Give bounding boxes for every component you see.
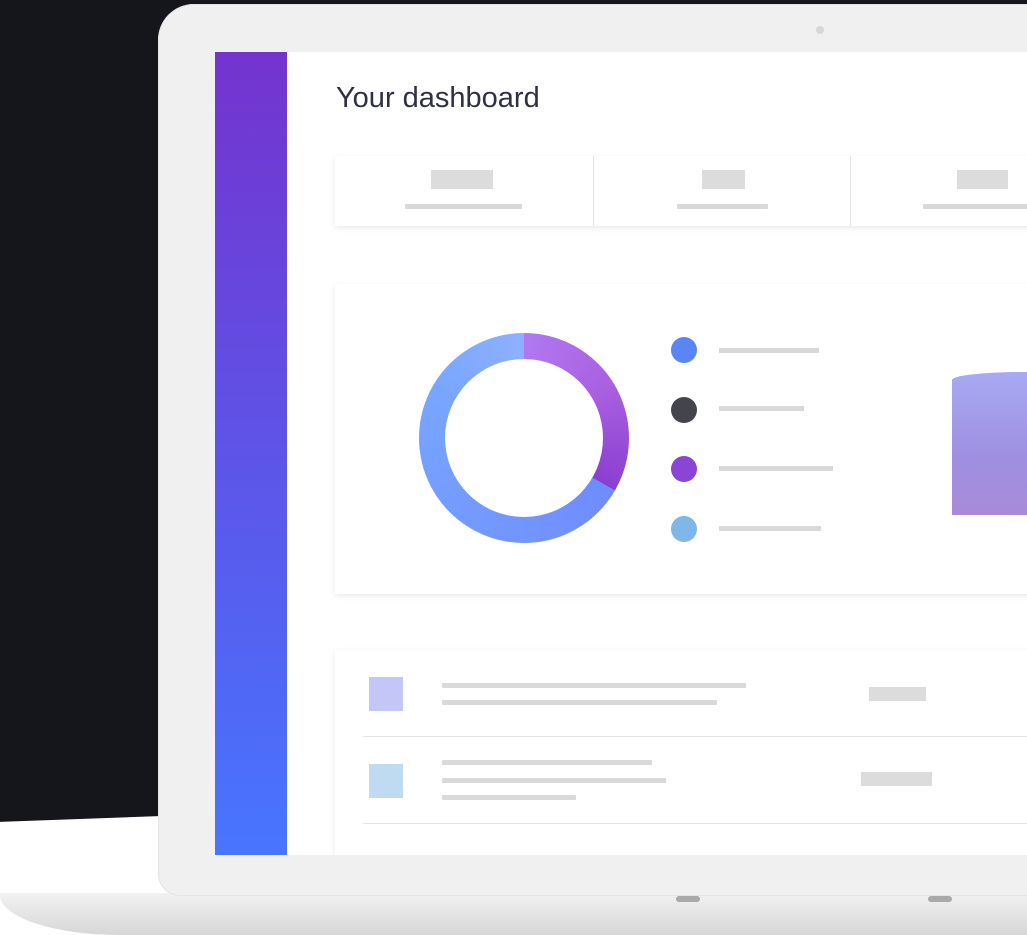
legend-label-placeholder: [719, 466, 833, 471]
donut-hole: [445, 359, 603, 517]
stat-tile[interactable]: [850, 156, 1027, 226]
list-item-thumbnail: [369, 677, 403, 711]
stat-label-placeholder: [923, 204, 1027, 209]
stat-value-placeholder: [957, 170, 1008, 189]
list-item[interactable]: [335, 650, 1027, 736]
row-divider: [363, 823, 1027, 824]
sidebar[interactable]: [215, 52, 287, 855]
stat-value-placeholder: [431, 170, 493, 189]
laptop-base: [0, 893, 1027, 935]
legend-dot: [671, 456, 697, 482]
screen: Your dashboard: [215, 52, 1027, 855]
list-item-value-placeholder: [861, 772, 932, 786]
legend-dot: [671, 337, 697, 363]
legend-dot: [671, 516, 697, 542]
list-item-text-placeholder: [442, 795, 576, 800]
legend-label-placeholder: [719, 348, 819, 353]
list-item[interactable]: [335, 737, 1027, 823]
area-chart-shape[interactable]: [952, 372, 1027, 515]
page-title: Your dashboard: [336, 82, 540, 114]
stat-tile[interactable]: [335, 156, 594, 226]
legend-label-placeholder: [719, 526, 821, 531]
list-item-text-placeholder: [442, 760, 652, 765]
stat-label-placeholder: [677, 204, 768, 209]
list-item-text-placeholder: [442, 778, 666, 783]
list-item-text-placeholder: [442, 683, 746, 688]
base-foot-left: [676, 896, 700, 902]
list-item-value-placeholder: [869, 687, 926, 701]
legend-label-placeholder: [719, 406, 804, 411]
stat-value-placeholder: [702, 170, 745, 189]
chart-card: [335, 284, 1027, 594]
list-item-thumbnail: [369, 764, 403, 798]
donut-chart[interactable]: [419, 333, 629, 543]
camera-icon: [816, 26, 824, 34]
stats-card: [335, 156, 1027, 226]
list-item-text-placeholder: [442, 700, 717, 705]
list-card: [335, 650, 1027, 855]
base-foot-right: [928, 896, 952, 902]
legend-dot: [671, 397, 697, 423]
stat-tile[interactable]: [593, 156, 851, 226]
stat-label-placeholder: [405, 204, 522, 209]
